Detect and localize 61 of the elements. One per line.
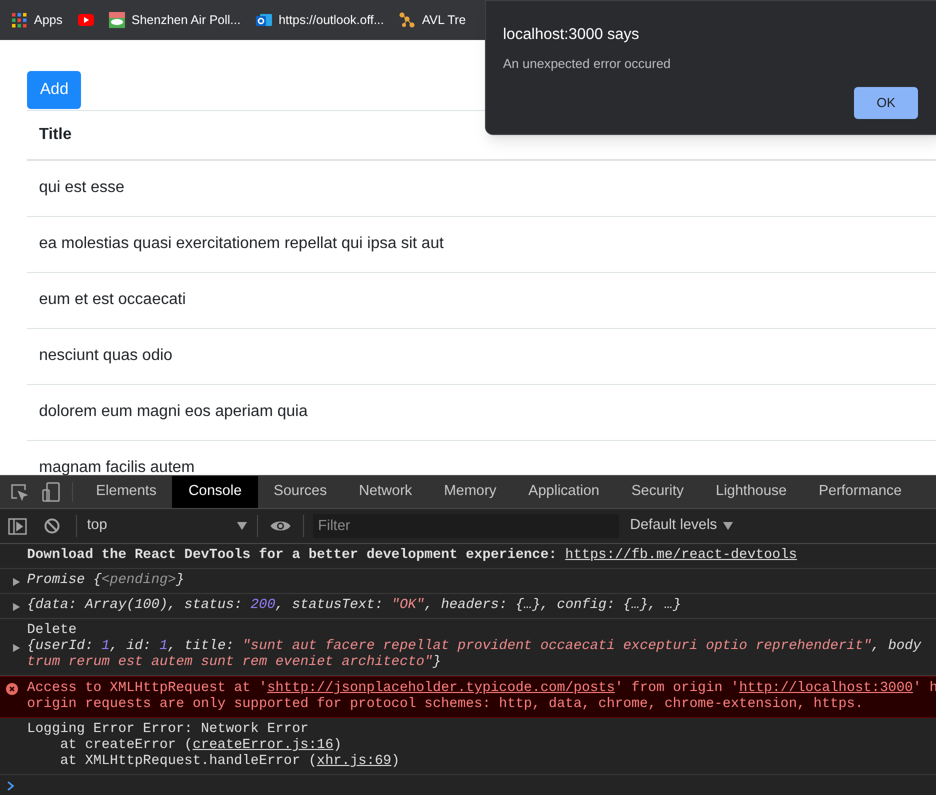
devtools-tab[interactable]: Network [342, 476, 428, 508]
console-line: Download the React DevTools for a better development experience: https://fb.me/react-devtools [27, 548, 798, 564]
dialog-message: An unexpected error occured [503, 55, 671, 73]
caret-icon [723, 522, 734, 530]
console-line: at createError (createError.js:16) [59, 738, 343, 754]
console-line: {userId: 1, id: 1, title: "sunt aut facere repellat provident occaecati excepturi optio reprehenderit", body [27, 639, 936, 655]
devtools-tab[interactable]: Console [172, 476, 258, 508]
node-graph-icon [399, 12, 415, 28]
cloud-image-icon [108, 12, 124, 28]
context-select[interactable]: top [87, 515, 257, 537]
error-icon [6, 683, 18, 695]
link[interactable]: shttp://jsonplaceholder.typicode.com/posts [267, 681, 615, 696]
bookmark[interactable]: Shenzhen Air Poll... [108, 10, 241, 30]
filter-field[interactable]: Filter [313, 514, 619, 538]
devtools-tab[interactable]: Elements [80, 476, 172, 508]
console-line: trum rerum est autem sunt rem eveniet architecto"} [27, 655, 442, 671]
link[interactable]: createError.js:16 [192, 738, 334, 753]
clear-console-icon[interactable] [44, 518, 60, 534]
eye-icon[interactable] [270, 519, 291, 533]
devtools-tab[interactable]: Lighthouse [700, 476, 803, 508]
bookmark[interactable]: AVL Tre [399, 10, 466, 30]
devtools-tab[interactable]: Security [615, 476, 700, 508]
column-header: Title [39, 125, 72, 145]
levels-dropdown[interactable]: Default levels [630, 515, 734, 537]
console-line: Promise {<pending>} [27, 573, 936, 589]
table-cell-text: eum et est occaecati [39, 290, 186, 310]
ok-button[interactable]: OK [854, 87, 918, 119]
add-button[interactable]: Add [27, 71, 82, 109]
table-cell-text: qui est esse [39, 178, 124, 198]
prompt-chevron-icon [7, 781, 15, 791]
console-line: origin requests are only supported for protocol schemes: http, data, chrome, chrome-extension, https. [27, 697, 864, 713]
expand-triangle-icon[interactable] [13, 644, 20, 652]
link[interactable]: http://localhost:3000 [739, 681, 913, 696]
console-line: at XMLHttpRequest.handleError (xhr.js:69) [59, 754, 401, 770]
bookmark[interactable]: https://outlook.off... [256, 10, 384, 30]
table-cell-text: ea molestias quasi exercitationem repellat qui ipsa sit aut [39, 234, 444, 254]
link[interactable]: xhr.js:69 [316, 754, 392, 769]
devtools-tab[interactable]: Performance [802, 476, 918, 508]
bookmark[interactable]: Apps [12, 10, 62, 30]
dialog-title: localhost:3000 says [503, 25, 640, 45]
caret-icon [237, 522, 247, 530]
mail-app-icon [256, 12, 272, 28]
expand-triangle-icon[interactable] [13, 603, 20, 611]
devtools-tab[interactable]: Sources [258, 476, 343, 508]
play-icon [78, 14, 94, 26]
devtools-tab[interactable]: Application [512, 476, 616, 508]
device-icon[interactable] [42, 482, 60, 502]
table-cell-text: nesciunt quas odio [39, 346, 172, 366]
bookmark[interactable] [78, 14, 94, 26]
link[interactable]: https://fb.me/react-devtools [565, 548, 797, 563]
context-value: top [87, 516, 108, 536]
sidebar-toggle-icon[interactable] [8, 518, 27, 534]
console-line: Logging Error Error: Network Error [27, 722, 310, 738]
console-line: {data: Array(100), status: 200, statusText: "OK", headers: {…}, config: {…}, …} [27, 598, 936, 614]
table-cell-text: magnam facilis autem [39, 458, 195, 475]
apps-grid-icon [12, 12, 27, 28]
inspect-icon[interactable] [10, 483, 28, 501]
table-cell-text: dolorem eum magni eos aperiam quia [39, 402, 308, 422]
console-label: Delete [27, 623, 78, 639]
expand-triangle-icon[interactable] [13, 578, 20, 586]
devtools-tab[interactable]: Memory [428, 476, 512, 508]
